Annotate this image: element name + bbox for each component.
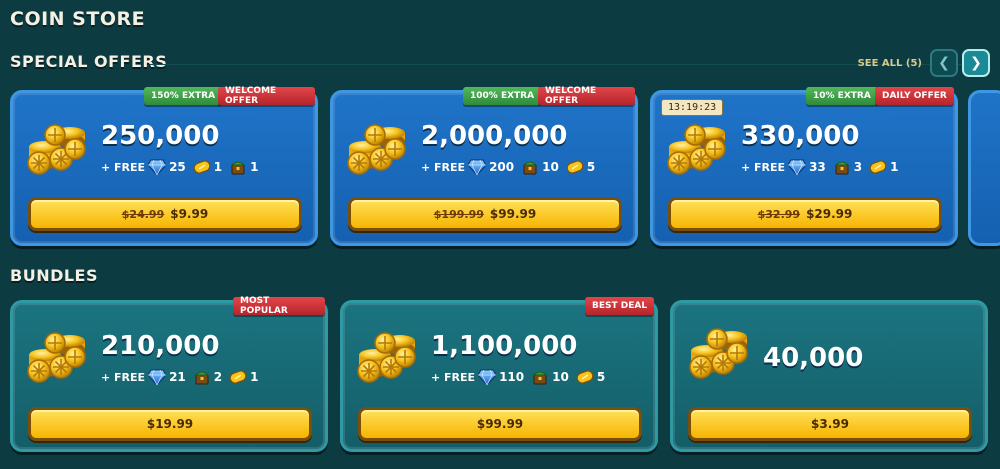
coin-amount: 1,100,000 bbox=[431, 331, 578, 361]
ticket-icon bbox=[869, 159, 887, 175]
offer-type-badge: DAILY OFFER bbox=[875, 87, 954, 105]
chest-icon bbox=[229, 159, 247, 175]
offer-card[interactable]: 100% EXTRA WELCOME OFFER 2,000,000 + FRE… bbox=[330, 86, 638, 246]
bundle-badge: BEST DEAL bbox=[585, 297, 655, 315]
chest-count: 3 bbox=[853, 160, 863, 174]
coin-pile-icon bbox=[25, 119, 91, 177]
coin-pile-icon bbox=[345, 119, 411, 177]
coin-amount: 250,000 bbox=[101, 121, 220, 151]
bundle-card[interactable]: 40,000 $3.99 bbox=[670, 300, 988, 452]
gem-icon bbox=[148, 159, 166, 175]
free-items-row: + FREE 110 10 5 bbox=[431, 369, 609, 385]
buy-button[interactable]: $99.99 bbox=[358, 407, 642, 441]
ticket-count: 1 bbox=[250, 370, 259, 384]
chest-icon bbox=[833, 159, 851, 175]
ticket-count: 1 bbox=[890, 160, 899, 174]
gem-count: 200 bbox=[489, 160, 515, 174]
bundle-card[interactable]: BEST DEAL 1,100,000 + FREE 110 10 5 $99.… bbox=[340, 297, 658, 452]
buy-button[interactable]: $3.99 bbox=[688, 407, 972, 441]
buy-button[interactable]: $199.99 $99.99 bbox=[348, 197, 622, 231]
chest-count: 10 bbox=[552, 370, 569, 384]
bundle-card[interactable]: MOST POPULAR 210,000 + FREE 21 2 1 $19.9… bbox=[10, 296, 328, 452]
buy-button[interactable]: $19.99 bbox=[28, 407, 312, 441]
ticket-icon bbox=[229, 369, 247, 385]
extra-badge: 150% EXTRA bbox=[144, 87, 223, 105]
gem-icon bbox=[468, 159, 486, 175]
see-all-link[interactable]: SEE ALL (5) bbox=[858, 58, 922, 69]
coin-pile-icon bbox=[665, 119, 731, 177]
offer-card-peek[interactable] bbox=[968, 90, 1000, 246]
chest-icon bbox=[531, 369, 549, 385]
section-title-bundles: BUNDLES bbox=[10, 266, 99, 285]
offer-type-badge: WELCOME OFFER bbox=[538, 86, 635, 106]
free-label: + FREE bbox=[101, 370, 146, 384]
offer-card[interactable]: 150% EXTRA WELCOME OFFER 250,000 + FREE … bbox=[10, 86, 318, 246]
carousel-prev-button[interactable]: ❮ bbox=[930, 49, 958, 77]
price: $9.99 bbox=[170, 207, 209, 221]
chest-count: 2 bbox=[213, 370, 223, 384]
chest-count: 10 bbox=[542, 160, 559, 174]
ticket-icon bbox=[566, 159, 584, 175]
chevron-left-icon: ❮ bbox=[938, 55, 950, 71]
free-label: + FREE bbox=[101, 160, 146, 174]
section-title-special-offers: SPECIAL OFFERS bbox=[10, 52, 168, 71]
free-label: + FREE bbox=[421, 160, 466, 174]
chest-icon bbox=[521, 159, 539, 175]
coin-amount: 210,000 bbox=[101, 331, 220, 361]
coin-amount: 40,000 bbox=[763, 343, 864, 373]
free-label: + FREE bbox=[431, 370, 476, 384]
buy-button[interactable]: $24.99 $9.99 bbox=[28, 197, 302, 231]
gem-icon bbox=[148, 369, 166, 385]
free-label: + FREE bbox=[741, 160, 786, 174]
gem-count: 110 bbox=[499, 370, 525, 384]
coin-pile-icon bbox=[355, 327, 421, 385]
extra-badge: 100% EXTRA bbox=[463, 87, 542, 105]
ticket-count: 5 bbox=[586, 160, 596, 174]
extra-badge: 10% EXTRA bbox=[806, 87, 878, 105]
chest-count: 1 bbox=[250, 160, 259, 174]
gem-icon bbox=[788, 159, 806, 175]
coin-pile-icon bbox=[25, 327, 91, 385]
buy-button[interactable]: $32.99 $29.99 bbox=[668, 197, 942, 231]
price: $3.99 bbox=[811, 417, 849, 431]
gem-icon bbox=[478, 369, 496, 385]
price: $99.99 bbox=[489, 207, 537, 221]
offer-card[interactable]: 13:19:23 10% EXTRA DAILY OFFER 330,000 +… bbox=[650, 87, 958, 246]
chest-icon bbox=[193, 369, 211, 385]
offer-type-badge: WELCOME OFFER bbox=[218, 86, 315, 106]
ticket-icon bbox=[193, 159, 211, 175]
coin-amount: 2,000,000 bbox=[421, 121, 568, 151]
carousel-next-button[interactable]: ❯ bbox=[962, 49, 990, 77]
free-items-row: + FREE 21 2 1 bbox=[101, 369, 262, 385]
free-items-row: + FREE 33 3 1 bbox=[741, 159, 902, 175]
ticket-count: 5 bbox=[596, 370, 606, 384]
price: $29.99 bbox=[806, 207, 853, 221]
old-price: $32.99 bbox=[757, 207, 801, 221]
gem-count: 25 bbox=[169, 160, 186, 174]
price: $99.99 bbox=[476, 417, 524, 431]
gem-count: 21 bbox=[169, 370, 186, 384]
price: $19.99 bbox=[146, 417, 194, 431]
ticket-icon bbox=[576, 369, 594, 385]
free-items-row: + FREE 200 10 5 bbox=[421, 159, 599, 175]
old-price: $24.99 bbox=[121, 207, 165, 221]
gem-count: 33 bbox=[809, 160, 826, 174]
old-price: $199.99 bbox=[433, 207, 484, 221]
free-items-row: + FREE 25 1 1 bbox=[101, 159, 262, 175]
coin-pile-icon bbox=[687, 323, 753, 381]
page-title: COIN STORE bbox=[10, 8, 146, 30]
coin-amount: 330,000 bbox=[741, 121, 860, 151]
ticket-count: 1 bbox=[213, 160, 223, 174]
offer-timer: 13:19:23 bbox=[661, 99, 724, 116]
bundle-badge: MOST POPULAR bbox=[233, 296, 325, 316]
chevron-right-icon: ❯ bbox=[970, 55, 982, 71]
